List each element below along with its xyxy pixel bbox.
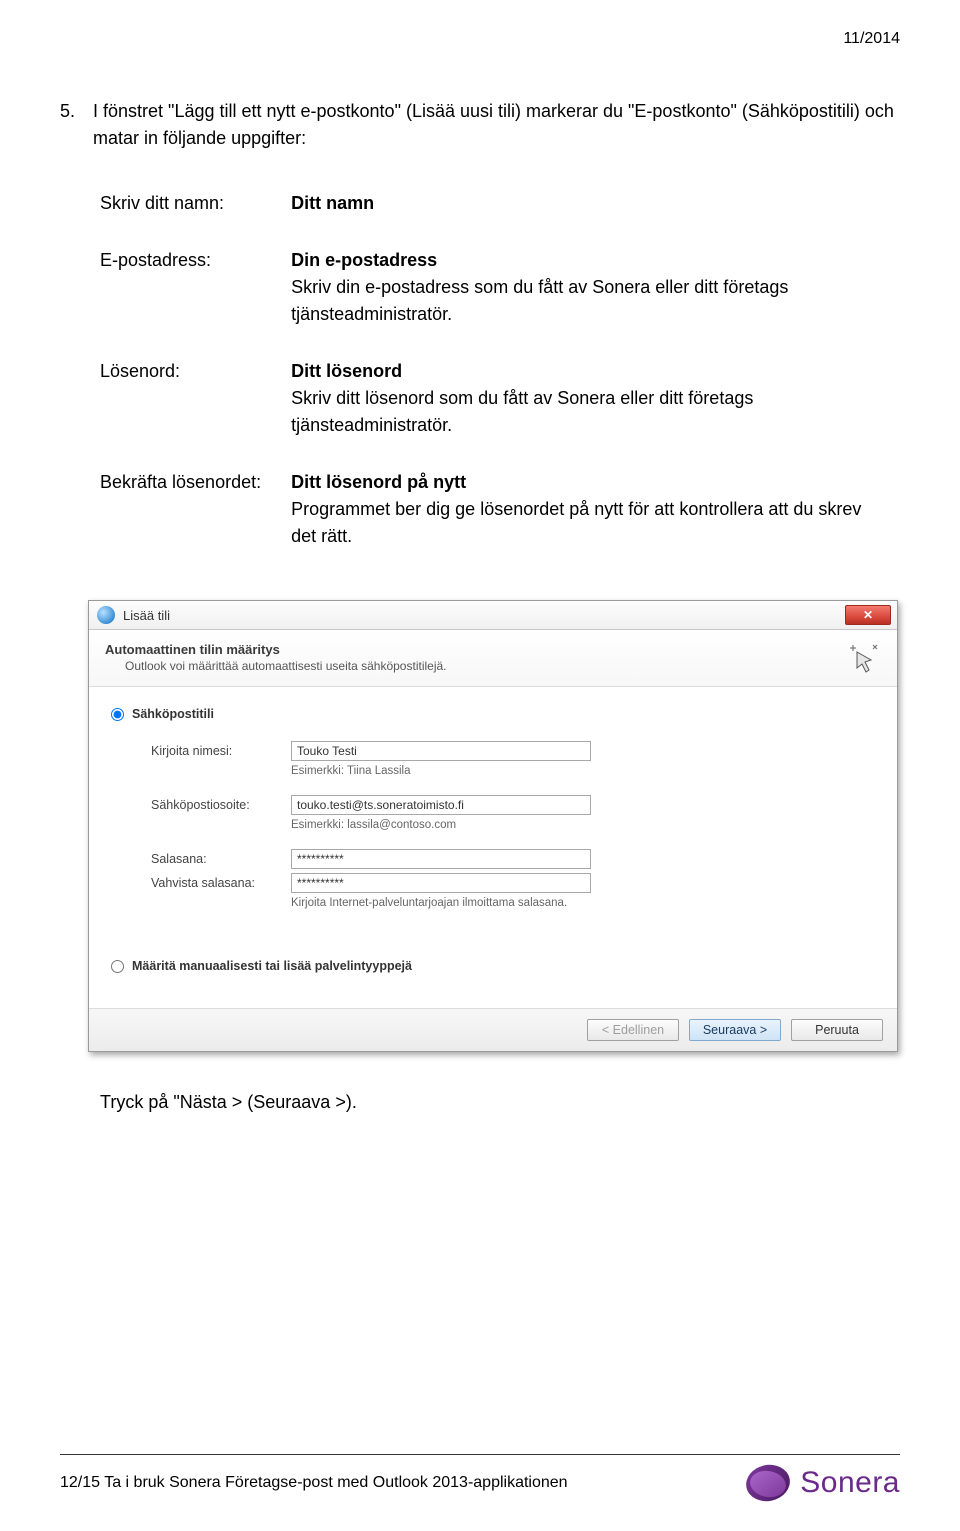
def-label: Lösenord: (100, 348, 291, 459)
sonera-icon (746, 1465, 790, 1501)
footer-text: 12/15 Ta i bruk Sonera Företagse-post me… (60, 1474, 568, 1492)
radio-email-label: Sähköpostitili (132, 707, 214, 721)
sonera-wordmark: Sonera (800, 1466, 900, 1500)
sonera-logo: Sonera (746, 1465, 900, 1501)
password-hint: Kirjoita Internet-palveluntarjoajan ilmo… (291, 897, 875, 909)
dialog-titlebar: Lisää tili ✕ (89, 601, 897, 630)
radio-manual-label: Määritä manuaalisesti tai lisää palvelin… (132, 959, 412, 973)
email-hint: Esimerkki: lassila@contoso.com (291, 819, 875, 831)
def-label: Skriv ditt namn: (100, 180, 291, 237)
def-value: Ditt lösenord (291, 358, 890, 385)
def-value: Ditt namn (291, 193, 374, 213)
dialog-header-title: Automaattinen tilin määritys (105, 642, 447, 657)
radio-input[interactable] (111, 960, 124, 973)
name-hint: Esimerkki: Tiina Lassila (291, 765, 875, 777)
add-account-dialog: Lisää tili ✕ Automaattinen tilin määrity… (88, 600, 898, 1052)
step-text: I fönstret "Lägg till ett nytt e-postkon… (93, 98, 900, 152)
radio-manual-setup[interactable]: Määritä manuaalisesti tai lisää palvelin… (111, 959, 875, 973)
app-icon (97, 606, 115, 624)
confirm-password-input[interactable] (291, 873, 591, 893)
next-button[interactable]: Seuraava > (689, 1019, 781, 1041)
close-icon: ✕ (863, 608, 873, 622)
email-label: Sähköpostiosoite: (151, 798, 291, 812)
dialog-header-subtitle: Outlook voi määrittää automaattisesti us… (125, 659, 447, 673)
close-button[interactable]: ✕ (845, 605, 891, 625)
confirm-password-label: Vahvista salasana: (151, 876, 291, 890)
password-input[interactable] (291, 849, 591, 869)
header-date: 11/2014 (60, 30, 900, 48)
radio-email-account[interactable]: Sähköpostitili (111, 707, 875, 721)
def-label: Bekräfta lösenordet: (100, 459, 291, 570)
cancel-button[interactable]: Peruuta (791, 1019, 883, 1041)
dialog-title: Lisää tili (123, 608, 170, 623)
def-desc: Skriv ditt lösenord som du fått av Soner… (291, 385, 890, 439)
radio-input[interactable] (111, 708, 124, 721)
def-value: Ditt lösenord på nytt (291, 469, 890, 496)
cursor-icon (847, 642, 881, 676)
def-label: E-postadress: (100, 237, 291, 348)
name-input[interactable] (291, 741, 591, 761)
definitions-table: Skriv ditt namn: Ditt namn E-postadress:… (100, 180, 900, 570)
back-button: < Edellinen (587, 1019, 679, 1041)
password-label: Salasana: (151, 852, 291, 866)
def-desc: Programmet ber dig ge lösenordet på nytt… (291, 496, 890, 550)
step-number: 5. (60, 98, 75, 152)
email-input[interactable] (291, 795, 591, 815)
def-value: Din e-postadress (291, 247, 890, 274)
def-desc: Skriv din e-postadress som du fått av So… (291, 274, 890, 328)
name-label: Kirjoita nimesi: (151, 744, 291, 758)
instruction-after: Tryck på "Nästa > (Seuraava >). (100, 1092, 900, 1113)
